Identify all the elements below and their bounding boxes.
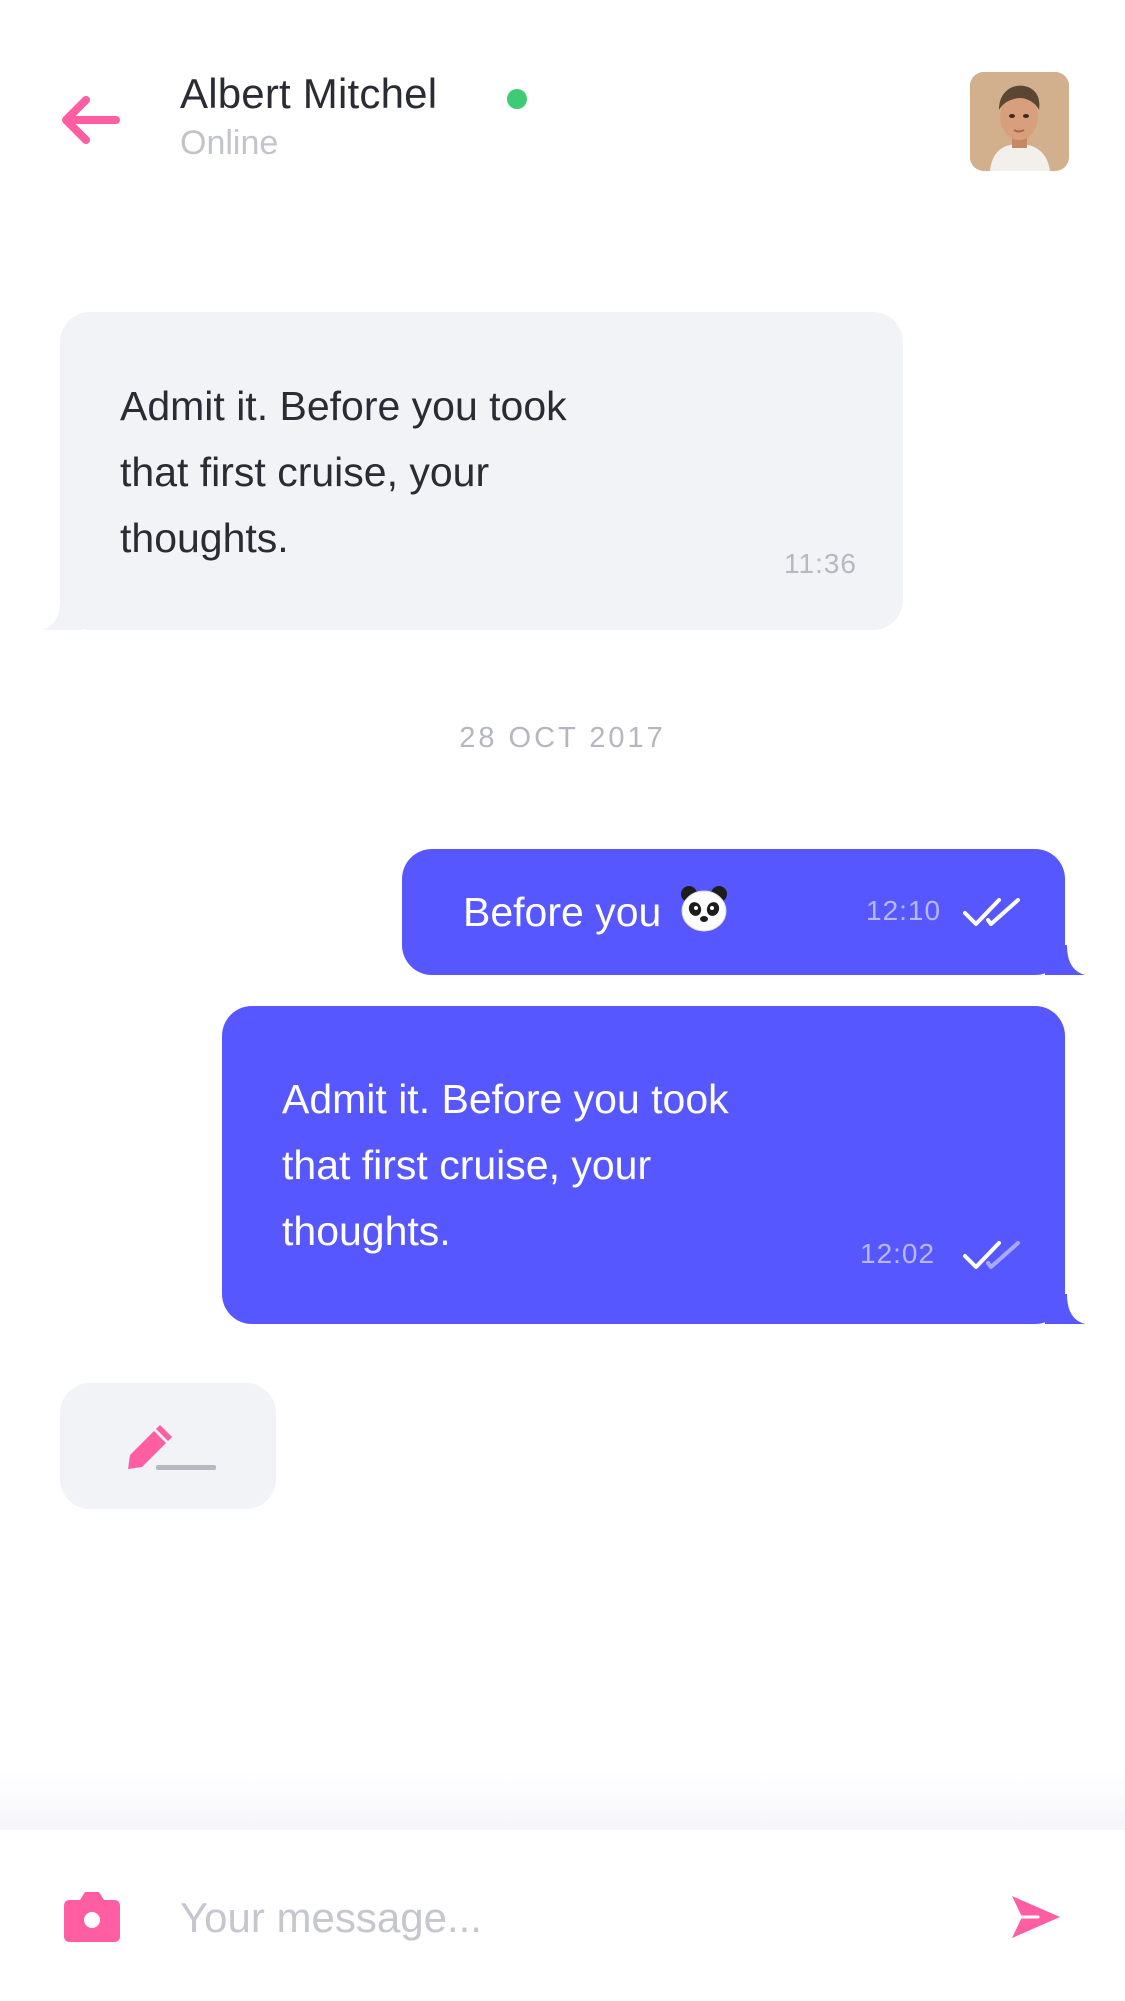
message-time: 12:10 — [866, 895, 942, 926]
camera-icon — [64, 1892, 120, 1942]
bubble-tail — [1045, 1294, 1085, 1324]
bubble-tail — [1045, 945, 1085, 975]
message-bubble-incoming[interactable]: Admit it. Before you took that first cru… — [42, 312, 903, 630]
message-line: Before you — [463, 889, 662, 935]
message-line: that first cruise, your — [120, 449, 490, 495]
panda-emoji-icon — [681, 886, 728, 932]
message-time: 12:02 — [860, 1238, 936, 1269]
date-separator: 28 OCT 2017 — [459, 722, 666, 754]
message-bubble-outgoing[interactable]: Before you 12:10 — [402, 849, 1085, 975]
online-status-dot — [507, 89, 527, 109]
message-line: Admit it. Before you took — [282, 1076, 729, 1122]
send-button[interactable] — [1008, 1890, 1064, 1944]
message-text: Before you — [463, 879, 729, 945]
camera-button[interactable] — [62, 1888, 122, 1944]
arrow-left-icon — [62, 96, 120, 144]
contact-name: Albert Mitchel — [180, 70, 438, 117]
avatar[interactable] — [970, 72, 1069, 171]
message-bubble-outgoing[interactable]: Admit it. Before you took that first cru… — [222, 1006, 1085, 1324]
contact-status: Online — [180, 124, 279, 162]
double-check-icon — [963, 898, 1020, 926]
message-text: Admit it. Before you took that first cru… — [282, 1066, 729, 1264]
message-input[interactable] — [170, 1880, 960, 1956]
typing-indicator — [60, 1383, 276, 1509]
message-time: 11:36 — [784, 548, 857, 579]
composer-shadow — [0, 1770, 1125, 1830]
back-button[interactable] — [56, 90, 126, 150]
bubble-tail — [42, 600, 82, 630]
message-text: Admit it. Before you took that first cru… — [120, 373, 567, 571]
double-check-icon — [963, 1241, 1020, 1269]
message-line: thoughts. — [120, 515, 289, 561]
avatar-portrait — [970, 72, 1069, 171]
message-line: thoughts. — [282, 1208, 451, 1254]
pencil-icon — [128, 1425, 216, 1470]
message-line: Admit it. Before you took — [120, 383, 567, 429]
message-line: that first cruise, your — [282, 1142, 652, 1188]
send-icon — [1012, 1896, 1060, 1938]
